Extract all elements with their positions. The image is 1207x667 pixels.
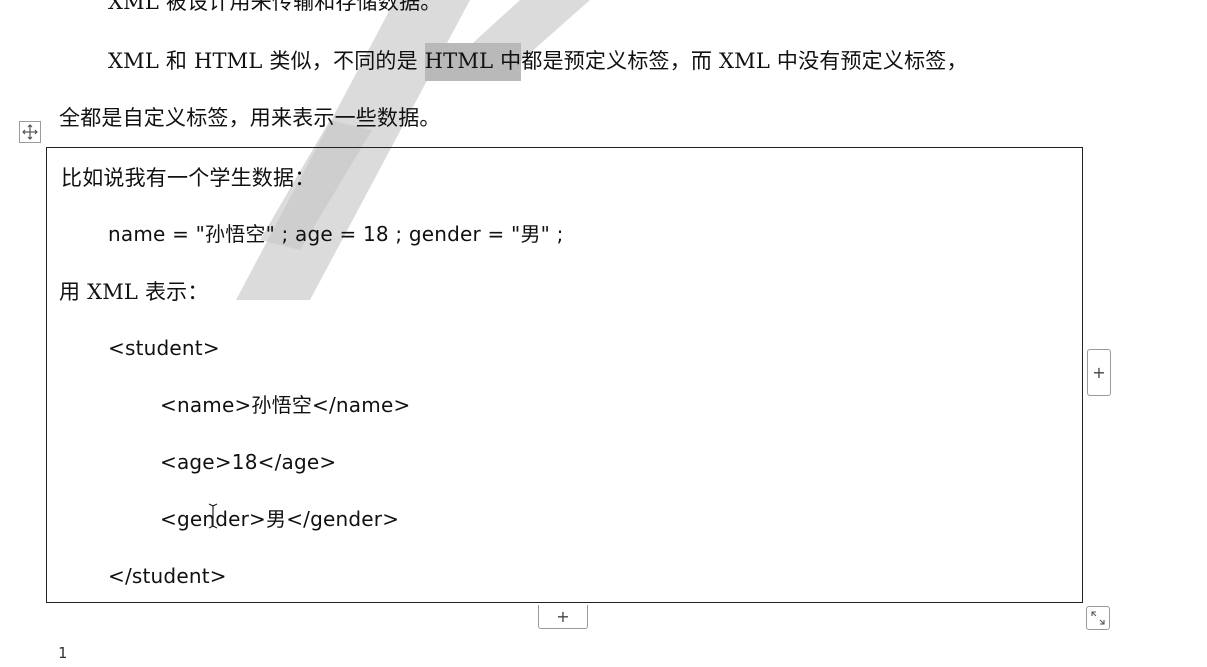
table-line: <gender>男</gender> [160,507,400,531]
text-i-beam-cursor-icon [208,503,218,529]
add-column-button[interactable]: + [1087,349,1111,396]
resize-diagonal-icon [1091,611,1105,625]
page-number: 1 [58,644,68,662]
add-row-button[interactable]: + [538,605,588,629]
paragraph-line: 全都是自定义标签，用来表示一些数据。 [59,106,441,130]
table-resize-handle[interactable] [1086,606,1110,630]
table-line: <student> [108,336,220,360]
paragraph-line-partial: XML 被设计用来传输和存储数据。 [108,0,442,14]
table-line: <name>孙悟空</name> [160,393,411,417]
table-line: <age>18</age> [160,450,337,474]
paragraph-line: XML 和 HTML 类似，不同的是 HTML 中都是预定义标签，而 XML 中… [108,43,968,81]
table-line: name = "孙悟空" ; age = 18 ; gender = "男" ; [108,222,564,246]
table-move-handle[interactable] [19,121,41,143]
move-arrows-icon [22,124,38,140]
highlighted-text: HTML 中 [424,43,522,81]
table-cell[interactable] [46,147,1083,603]
table-line: 用 XML 表示： [59,280,209,304]
table-line: 比如说我有一个学生数据： [61,166,316,190]
table-line: </student> [108,564,227,588]
document-page: XML 被设计用来传输和存储数据。 XML 和 HTML 类似，不同的是 HTM… [0,0,1207,667]
